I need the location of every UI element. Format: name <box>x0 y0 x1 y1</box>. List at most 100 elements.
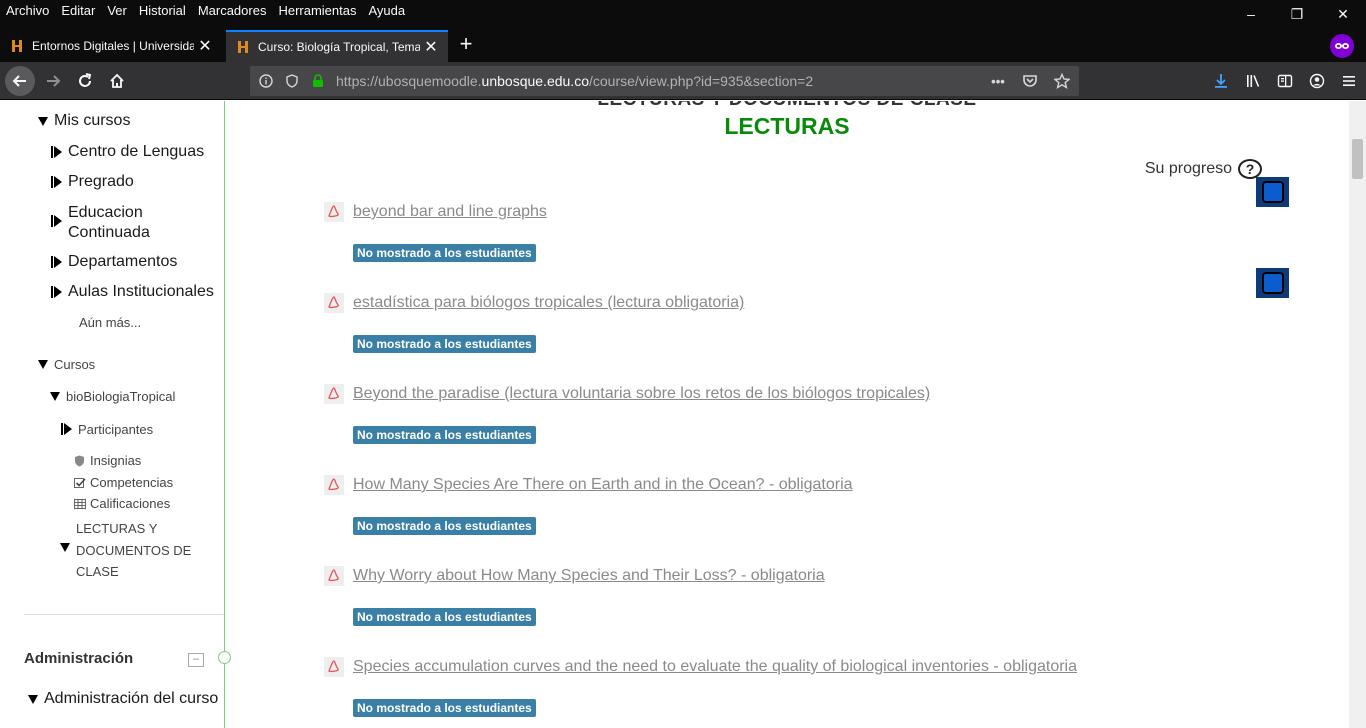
help-icon[interactable]: ? <box>1238 159 1262 179</box>
account-icon[interactable] <box>1306 70 1328 92</box>
nav-label: Participantes <box>78 422 154 437</box>
expanded-triangle-icon <box>38 117 48 126</box>
menu-archivo[interactable]: Archivo <box>6 3 49 18</box>
nav-insignias[interactable]: Insignias <box>74 453 141 468</box>
tab-title: Curso: Biología Tropical, Temas <box>258 40 420 54</box>
activity-link[interactable]: How Many Species Are There on Earth and … <box>353 476 853 494</box>
shield-icon <box>75 455 84 467</box>
activity-item: Species accumulation curves and the need… <box>323 653 1273 728</box>
forward-button[interactable] <box>38 66 68 96</box>
nav-label-line1: Educacion <box>68 204 143 221</box>
activity-link[interactable]: Why Worry about How Many Species and The… <box>353 567 825 585</box>
hidden-badge: No mostrado a los estudiantes <box>353 335 536 353</box>
nav-mis-cursos[interactable]: Mis cursos <box>38 112 130 130</box>
nav-participantes[interactable]: Participantes <box>61 422 154 437</box>
nav-label-line2: DOCUMENTOS DE <box>76 542 192 558</box>
nav-educacion-continuada[interactable]: Educacion Continuada <box>51 203 150 243</box>
section-heading: LECTURAS Y DOCUMENTOS DE CLASE <box>225 101 1349 111</box>
activity-link[interactable]: Beyond the paradise (lectura voluntaria … <box>353 385 930 403</box>
collapsed-triangle-icon <box>51 176 62 188</box>
secure-lock-icon[interactable] <box>308 71 328 91</box>
activity-link[interactable]: Species accumulation curves and the need… <box>353 658 1077 676</box>
nav-aun-mas-link[interactable]: Aún más... <box>79 315 141 330</box>
nav-cursos[interactable]: Cursos <box>38 357 95 372</box>
page-scrollbar[interactable] <box>1349 101 1366 728</box>
window-controls: – ❐ ✕ <box>1228 0 1366 28</box>
sidebar-toggle-icon[interactable] <box>1274 70 1296 92</box>
activity-link[interactable]: beyond bar and line graphs <box>353 203 547 221</box>
scrollbar-thumb[interactable] <box>1352 139 1363 179</box>
nav-label: Aún más... <box>79 315 142 330</box>
nav-label: Competencias <box>90 475 174 490</box>
hidden-badge: No mostrado a los estudiantes <box>353 426 536 444</box>
nav-label: bioBiologiaTropical <box>66 389 176 404</box>
nav-label: Educacion Continuada <box>68 203 150 243</box>
info-icon[interactable] <box>256 71 276 91</box>
tab-title: Entornos Digitales | Universidad <box>32 39 194 53</box>
toolbar-right <box>1210 70 1360 92</box>
close-tab-icon[interactable]: ✕ <box>420 37 442 57</box>
bookmark-star-icon[interactable] <box>1051 70 1073 92</box>
pdf-icon <box>324 384 344 404</box>
library-icon[interactable] <box>1242 70 1264 92</box>
downloads-icon[interactable] <box>1210 70 1232 92</box>
nav-aulas-institucionales[interactable]: Aulas Institucionales <box>51 283 214 301</box>
collapsed-triangle-icon <box>61 423 72 435</box>
back-arrow-icon <box>12 75 26 87</box>
nav-lecturas-documentos[interactable]: LECTURAS Y DOCUMENTOS DE CLASE <box>60 518 191 583</box>
nav-competencias[interactable]: Competencias <box>74 475 173 490</box>
restore-button[interactable]: ❐ <box>1274 0 1320 28</box>
url-prefix: https://ubosquemoodle. <box>336 73 482 89</box>
menu-marcadores[interactable]: Marcadores <box>198 3 267 18</box>
private-browsing-icon <box>1330 34 1354 58</box>
section-title: LECTURAS <box>724 113 850 139</box>
menu-herramientas[interactable]: Herramientas <box>278 3 356 18</box>
nav-label-line1: LECTURAS Y <box>76 521 158 536</box>
hamburger-menu-icon[interactable] <box>1338 70 1360 92</box>
nav-centro-lenguas[interactable]: Centro de Lenguas <box>51 143 205 161</box>
menu-items: Archivo Editar Ver Historial Marcadores … <box>6 3 405 18</box>
minimize-button[interactable]: – <box>1228 0 1274 28</box>
activity-link[interactable]: estadística para biólogos tropicales (le… <box>353 294 744 312</box>
tracking-shield-icon[interactable] <box>282 71 302 91</box>
nav-bio-biologia-tropical[interactable]: bioBiologiaTropical <box>50 389 175 404</box>
collapse-block-button[interactable]: – <box>188 653 204 667</box>
menu-ayuda[interactable]: Ayuda <box>368 3 405 18</box>
table-icon <box>74 499 86 509</box>
url-text[interactable]: https://ubosquemoodle.unbosque.edu.co/co… <box>336 73 813 89</box>
menu-historial[interactable]: Historial <box>139 3 186 18</box>
collapsed-triangle-icon <box>51 146 62 158</box>
menu-ver[interactable]: Ver <box>107 3 127 18</box>
nav-label: Insignias <box>90 453 142 468</box>
pocket-icon[interactable] <box>1019 70 1041 92</box>
nav-label: Pregrado <box>68 173 134 190</box>
tab-entornos-digitales[interactable]: Entornos Digitales | Universidad ✕ <box>0 30 222 62</box>
back-button[interactable] <box>5 66 35 96</box>
nav-pregrado[interactable]: Pregrado <box>51 173 134 191</box>
menu-editar[interactable]: Editar <box>61 3 95 18</box>
reload-button[interactable] <box>70 66 100 96</box>
nav-administracion-curso[interactable]: Administración del curso <box>28 690 218 708</box>
tab-biologia-tropical[interactable]: Curso: Biología Tropical, Temas ✕ <box>226 30 448 62</box>
activity-item: How Many Species Are There on Earth and … <box>323 471 1273 551</box>
collapsed-triangle-icon <box>51 286 62 298</box>
forward-arrow-icon <box>47 75 61 87</box>
sidebar-divider <box>24 614 224 615</box>
hidden-badge: No mostrado a los estudiantes <box>353 699 536 717</box>
new-tab-button[interactable]: + <box>454 30 478 60</box>
close-tab-icon[interactable]: ✕ <box>194 36 216 56</box>
nav-label: Centro de Lenguas <box>68 143 205 160</box>
url-bar[interactable]: https://ubosquemoodle.unbosque.edu.co/co… <box>250 66 1079 96</box>
progress-text: Su progreso <box>1144 160 1232 177</box>
home-button[interactable] <box>102 66 132 96</box>
nav-label: Calificaciones <box>90 496 171 511</box>
nav-calificaciones[interactable]: Calificaciones <box>74 496 170 511</box>
nav-label: Cursos <box>54 357 96 372</box>
pdf-icon <box>324 293 344 313</box>
page-actions-icon[interactable]: ••• <box>987 70 1009 92</box>
expanded-triangle-icon <box>28 695 38 704</box>
nav-label-line3: CLASE <box>76 564 119 579</box>
nav-departamentos[interactable]: Departamentos <box>51 253 177 271</box>
collapsed-triangle-icon <box>51 215 62 227</box>
close-window-button[interactable]: ✕ <box>1320 0 1366 28</box>
